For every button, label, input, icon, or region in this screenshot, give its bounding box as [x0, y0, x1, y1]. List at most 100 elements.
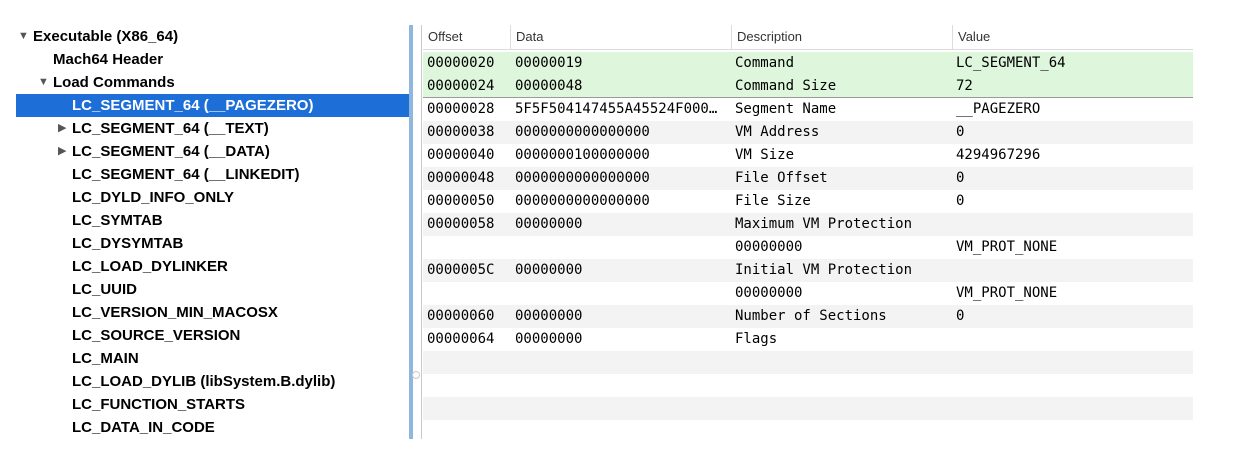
description-cell: 00000000: [735, 285, 803, 301]
description-cell: File Size: [735, 193, 811, 209]
value-cell: VM_PROT_NONE: [956, 285, 1058, 301]
value-cell: 4294967296: [956, 147, 1041, 163]
tree-item-label: LC_SEGMENT_64 (__PAGEZERO): [72, 97, 314, 114]
table-row[interactable]: 00000028 5F5F504147455A45524F000… Segment …: [423, 98, 1193, 121]
tree-item-label: LC_DYLD_INFO_ONLY: [72, 189, 234, 206]
tree-item[interactable]: Mach64 Header: [16, 48, 409, 71]
table-row[interactable]: [423, 351, 1193, 374]
tree-item[interactable]: LC_DYSYMTAB: [16, 232, 409, 255]
column-header-value[interactable]: Value: [952, 25, 1193, 50]
value-cell: 0: [956, 308, 965, 324]
description-cell: File Offset: [735, 170, 828, 186]
table-row[interactable]: 00000050 0000000000000000 File Size 0: [423, 190, 1193, 213]
data-cell: 00000000: [515, 308, 583, 324]
description-cell: Command Size: [735, 78, 837, 94]
table-header: Offset Data Description Value: [423, 25, 1193, 50]
table-row[interactable]: [423, 374, 1193, 397]
splitter-grip-icon[interactable]: [412, 371, 420, 379]
offset-cell: 00000050: [427, 193, 495, 209]
table-row[interactable]: [423, 397, 1193, 420]
tree-item-label: LC_VERSION_MIN_MACOSX: [72, 304, 278, 321]
table-row[interactable]: 00000038 0000000000000000 VM Address 0: [423, 121, 1193, 144]
tree-item[interactable]: LC_SYMTAB: [16, 209, 409, 232]
value-cell: VM_PROT_NONE: [956, 239, 1058, 255]
tree-item-label: LC_LOAD_DYLIB (libSystem.B.dylib): [72, 373, 336, 390]
description-cell: Command: [735, 55, 795, 71]
tree-item-label: LC_SEGMENT_64 (__TEXT): [72, 120, 269, 137]
tree-item-label: LC_FUNCTION_STARTS: [72, 396, 246, 413]
tree-item[interactable]: LC_DATA_IN_CODE: [16, 416, 409, 439]
tree-item[interactable]: LC_SEGMENT_64 (__LINKEDIT): [16, 163, 409, 186]
value-cell: LC_SEGMENT_64: [956, 55, 1066, 71]
tree-item-label: LC_SYMTAB: [72, 212, 163, 229]
tree-item[interactable]: LC_LOAD_DYLINKER: [16, 255, 409, 278]
data-cell: 0000000000000000: [515, 170, 650, 186]
table-row[interactable]: [423, 420, 1193, 443]
table-row[interactable]: 00000040 0000000100000000 VM Size 429496729…: [423, 144, 1193, 167]
offset-cell: 0000005C: [427, 262, 495, 278]
tree-item-label: LC_MAIN: [72, 350, 139, 367]
table-row[interactable]: 0000005C 00000000 Initial VM Protection: [423, 259, 1193, 282]
table-row[interactable]: 00000020 00000019 Command LC_SEGMENT_64: [423, 52, 1193, 75]
tree-item[interactable]: LC_SEGMENT_64 (__PAGEZERO): [16, 94, 409, 117]
table-row[interactable]: 00000048 0000000000000000 File Offset 0: [423, 167, 1193, 190]
pane-divider: [421, 25, 422, 439]
tree-item[interactable]: ▼ Load Commands: [16, 71, 409, 94]
data-cell: 00000000: [515, 262, 583, 278]
data-cell: 5F5F504147455A45524F000…: [515, 101, 718, 117]
tree-item[interactable]: LC_VERSION_MIN_MACOSX: [16, 301, 409, 324]
tree-item-label: Executable (X86_64): [33, 28, 179, 45]
disclosure-expanded-icon[interactable]: ▼: [18, 25, 30, 48]
offset-cell: 00000028: [427, 101, 495, 117]
tree-item[interactable]: LC_MAIN: [16, 347, 409, 370]
column-header-description[interactable]: Description: [731, 25, 952, 50]
tree-item-label: LC_DATA_IN_CODE: [72, 419, 215, 436]
tree-item-label: LC_LOAD_DYLINKER: [72, 258, 228, 275]
description-cell: VM Address: [735, 124, 820, 140]
data-cell: 0000000000000000: [515, 124, 650, 140]
data-cell: 00000000: [515, 331, 583, 347]
disclosure-expanded-icon[interactable]: ▼: [38, 71, 50, 94]
table-row[interactable]: 00000058 00000000 Maximum VM Protection: [423, 213, 1193, 236]
column-header-data[interactable]: Data: [510, 25, 731, 50]
description-cell: Number of Sections: [735, 308, 887, 324]
tree-item[interactable]: LC_SOURCE_VERSION: [16, 324, 409, 347]
tree-item[interactable]: LC_UUID: [16, 278, 409, 301]
table-row[interactable]: 00000064 00000000 Flags: [423, 328, 1193, 351]
load-commands-tree[interactable]: ▼ Executable (X86_64) Mach64 Header ▼ Load C…: [16, 25, 409, 445]
description-cell: 00000000: [735, 239, 803, 255]
data-cell: 00000048: [515, 78, 583, 94]
description-cell: Segment Name: [735, 101, 837, 117]
tree-item[interactable]: ▶ LC_SEGMENT_64 (__DATA): [16, 140, 409, 163]
tree-item-label: LC_SEGMENT_64 (__DATA): [72, 143, 270, 160]
offset-cell: 00000048: [427, 170, 495, 186]
offset-cell: 00000040: [427, 147, 495, 163]
tree-item-label: Mach64 Header: [53, 51, 164, 68]
table-row[interactable]: 00000024 00000048 Command Size 72: [423, 75, 1193, 98]
tree-item[interactable]: ▼ Executable (X86_64): [16, 25, 409, 48]
disclosure-collapsed-icon[interactable]: ▶: [58, 117, 70, 140]
field-table: Offset Data Description Value 00000020 00…: [423, 25, 1193, 440]
table-row[interactable]: 00000000 VM_PROT_NONE: [423, 282, 1193, 305]
value-cell: 0: [956, 193, 965, 209]
table-row[interactable]: 00000060 00000000 Number of Sections 0: [423, 305, 1193, 328]
column-header-offset[interactable]: Offset: [423, 25, 511, 50]
tree-item-label: Load Commands: [53, 74, 175, 91]
tree-item-label: LC_UUID: [72, 281, 138, 298]
data-cell: 0000000000000000: [515, 193, 650, 209]
description-cell: VM Size: [735, 147, 795, 163]
tree-item-label: LC_DYSYMTAB: [72, 235, 184, 252]
tree-item[interactable]: LC_DYLD_INFO_ONLY: [16, 186, 409, 209]
offset-cell: 00000064: [427, 331, 495, 347]
offset-cell: 00000060: [427, 308, 495, 324]
tree-item[interactable]: LC_FUNCTION_STARTS: [16, 393, 409, 416]
tree-item-label: LC_SEGMENT_64 (__LINKEDIT): [72, 166, 300, 183]
table-row[interactable]: 00000000 VM_PROT_NONE: [423, 236, 1193, 259]
description-cell: Initial VM Protection: [735, 262, 913, 278]
tree-item[interactable]: LC_LOAD_DYLIB (libSystem.B.dylib): [16, 370, 409, 393]
disclosure-collapsed-icon[interactable]: ▶: [58, 140, 70, 163]
tree-item[interactable]: ▶ LC_SEGMENT_64 (__TEXT): [16, 117, 409, 140]
offset-cell: 00000024: [427, 78, 495, 94]
value-cell: 0: [956, 124, 965, 140]
description-cell: Maximum VM Protection: [735, 216, 913, 232]
